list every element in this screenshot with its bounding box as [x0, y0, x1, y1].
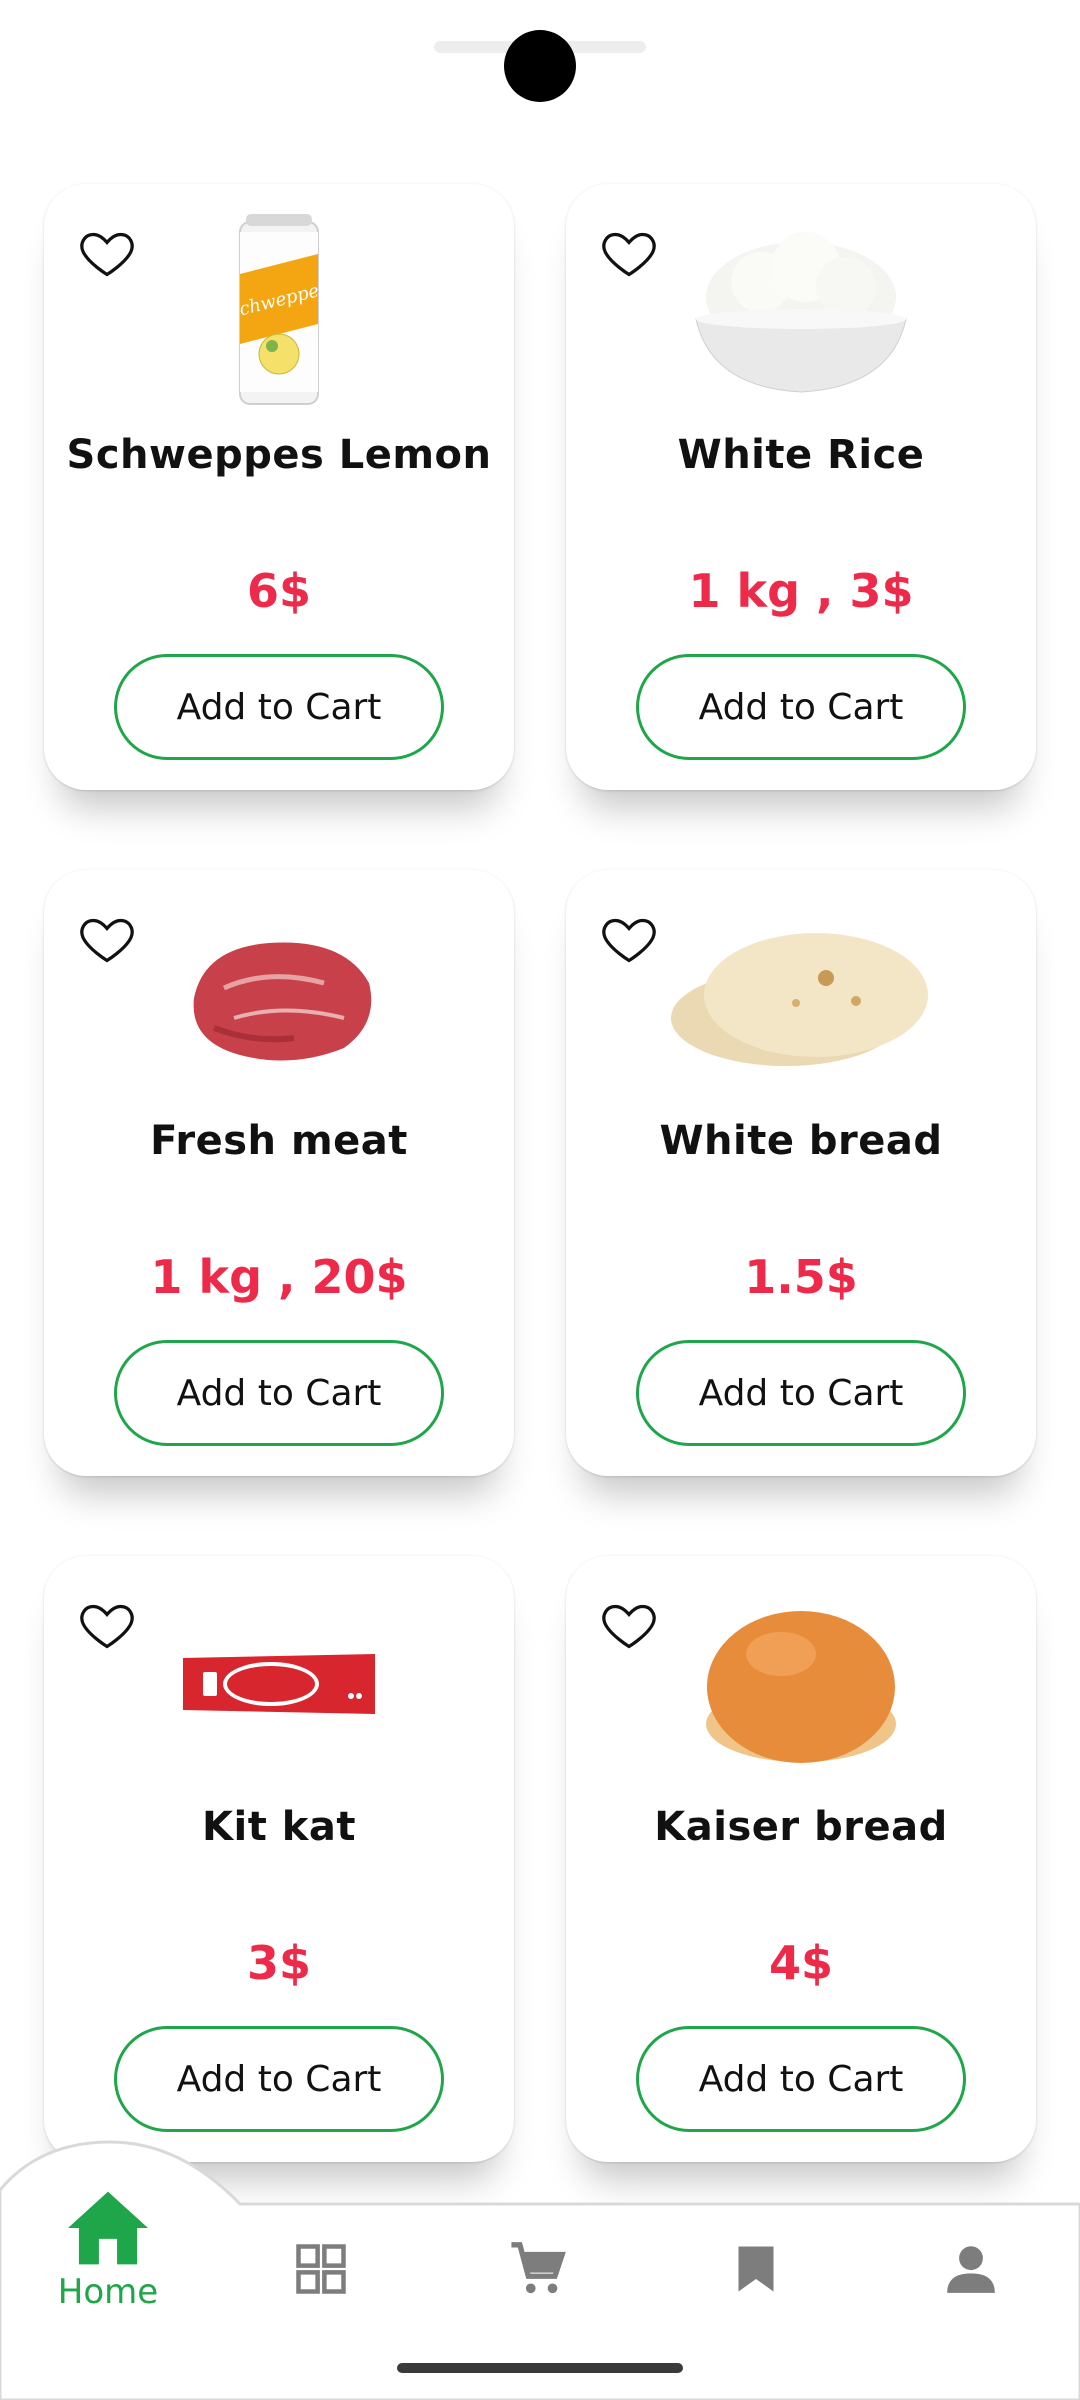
product-price: 3$ [246, 1936, 311, 1990]
nav-item-saved[interactable] [736, 2244, 776, 2294]
nav-item-profile[interactable] [945, 2244, 997, 2294]
product-image-rice-bowl [651, 212, 951, 412]
product-name: Fresh meat [150, 1118, 408, 1164]
product-price: 1.5$ [744, 1250, 858, 1304]
product-price: 4$ [768, 1936, 833, 1990]
product-card[interactable]: Kit kat 3$ Add to Cart [44, 1556, 514, 2162]
product-image-chocolate-bar [129, 1584, 429, 1784]
product-price: 1 kg , 3$ [688, 564, 914, 618]
product-image-pita-bread [651, 898, 951, 1098]
add-to-cart-button[interactable]: Add to Cart [114, 1340, 444, 1446]
nav-label-home: Home [57, 2272, 159, 2312]
add-to-cart-button[interactable]: Add to Cart [636, 1340, 966, 1446]
product-name: Schweppes Lemon [66, 432, 492, 478]
product-card[interactable]: White Rice 1 kg , 3$ Add to Cart [566, 184, 1036, 790]
product-image-bun [651, 1584, 951, 1784]
product-price: 1 kg , 20$ [150, 1250, 408, 1304]
gesture-home-indicator[interactable] [397, 2363, 683, 2373]
product-name: Kit kat [202, 1804, 356, 1850]
nav-item-home[interactable]: Home [58, 2188, 158, 2312]
product-card[interactable]: Schweppes Schweppes Lemon 6$ Add to Cart [44, 184, 514, 790]
product-name: White bread [659, 1118, 943, 1164]
product-name: Kaiser bread [654, 1804, 948, 1850]
grid-icon [296, 2244, 346, 2294]
bottom-nav-bar: Home [0, 2140, 1080, 2400]
person-icon [947, 2246, 995, 2293]
product-card[interactable]: White bread 1.5$ Add to Cart [566, 870, 1036, 1476]
add-to-cart-button[interactable]: Add to Cart [636, 654, 966, 760]
product-card[interactable]: Kaiser bread 4$ Add to Cart [566, 1556, 1036, 2162]
add-to-cart-button[interactable]: Add to Cart [114, 2026, 444, 2132]
nav-item-cart[interactable] [508, 2240, 568, 2298]
add-to-cart-button[interactable]: Add to Cart [114, 654, 444, 760]
product-name: White Rice [677, 432, 925, 478]
bookmark-icon [738, 2246, 774, 2292]
product-image-soda-can: Schweppes [129, 212, 429, 412]
nav-item-categories[interactable] [294, 2242, 348, 2296]
product-image-meat [129, 898, 429, 1098]
product-grid: Schweppes Schweppes Lemon 6$ Add to Cart… [44, 184, 1036, 2162]
camera-cutout [504, 30, 576, 102]
home-icon [68, 2191, 148, 2265]
add-to-cart-button[interactable]: Add to Cart [636, 2026, 966, 2132]
cart-icon [511, 2242, 566, 2294]
product-price: 6$ [246, 564, 311, 618]
product-card[interactable]: Fresh meat 1 kg , 20$ Add to Cart [44, 870, 514, 1476]
